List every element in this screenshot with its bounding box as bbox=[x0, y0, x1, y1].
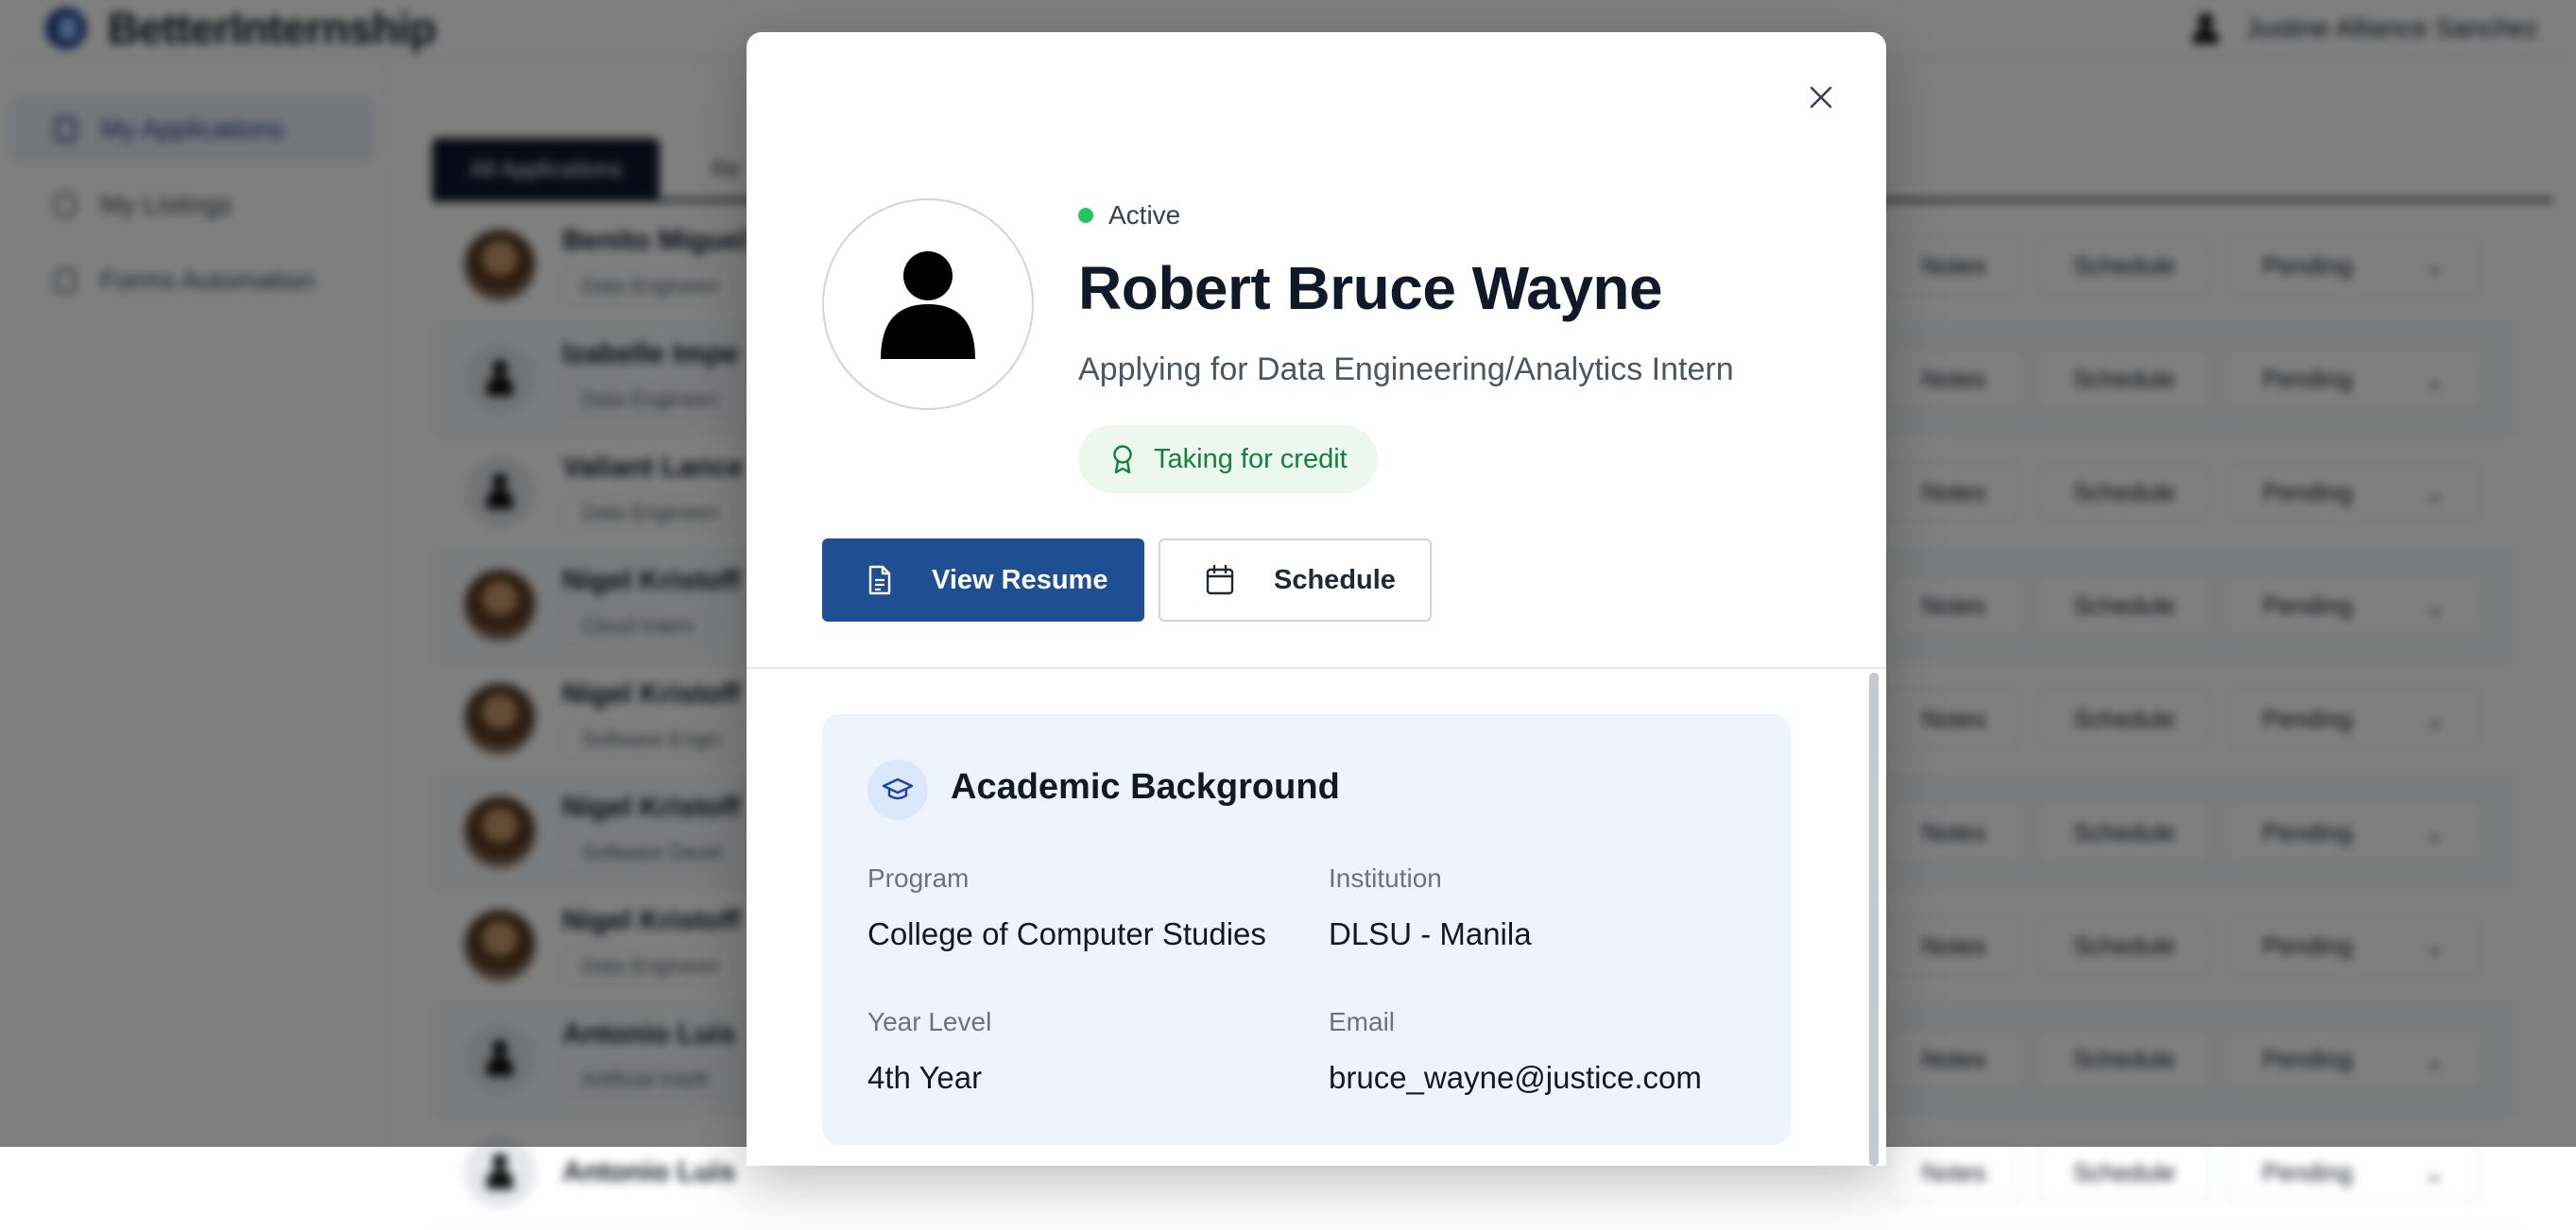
email-value: bruce_wayne@justice.com bbox=[1329, 1060, 1702, 1096]
award-icon bbox=[1110, 444, 1135, 474]
email-label: Email bbox=[1329, 1007, 1395, 1037]
close-icon bbox=[1809, 85, 1833, 110]
user-icon bbox=[876, 249, 980, 359]
institution-label: Institution bbox=[1329, 863, 1442, 894]
row-actions: NotesSchedulePending bbox=[1886, 1142, 2519, 1203]
notes-button[interactable]: Notes bbox=[1886, 1142, 2022, 1203]
applicant-avatar bbox=[822, 198, 1034, 410]
status-select[interactable]: Pending bbox=[2226, 1142, 2482, 1203]
schedule-label: Schedule bbox=[1274, 565, 1396, 596]
applying-for: Applying for Data Engineering/Analytics … bbox=[1078, 351, 1734, 388]
status-text: Active bbox=[1108, 200, 1180, 231]
program-label: Program bbox=[867, 863, 969, 894]
status-indicator: Active bbox=[1078, 200, 1180, 231]
program-value: College of Computer Studies bbox=[867, 916, 1266, 952]
schedule-button[interactable]: Schedule bbox=[1159, 538, 1432, 622]
modal-scrollbar[interactable] bbox=[1869, 673, 1879, 1166]
calendar-icon bbox=[1206, 565, 1234, 595]
view-resume-label: View Resume bbox=[932, 565, 1108, 596]
row-info: Antonio Luis bbox=[562, 1156, 735, 1188]
row-schedule-button[interactable]: Schedule bbox=[2037, 1142, 2211, 1203]
view-resume-button[interactable]: View Resume bbox=[822, 538, 1144, 622]
modal-divider bbox=[747, 667, 1886, 669]
close-button[interactable] bbox=[1797, 74, 1845, 121]
credit-badge: Taking for credit bbox=[1078, 425, 1378, 493]
year-level-value: 4th Year bbox=[867, 1060, 982, 1096]
document-icon bbox=[867, 565, 892, 595]
avatar bbox=[464, 1136, 536, 1208]
status-dot bbox=[1078, 208, 1093, 223]
academic-background-title: Academic Background bbox=[951, 767, 1340, 808]
applicant-modal: Active Robert Bruce Wayne Applying for D… bbox=[747, 32, 1886, 1166]
year-level-label: Year Level bbox=[867, 1007, 991, 1037]
institution-value: DLSU - Manila bbox=[1329, 916, 1532, 952]
scrollbar-thumb[interactable] bbox=[1869, 673, 1879, 1166]
applicant-name: Antonio Luis bbox=[562, 1156, 735, 1188]
applicant-name: Robert Bruce Wayne bbox=[1078, 253, 1662, 323]
graduation-cap-icon bbox=[867, 760, 928, 820]
academic-background-card: Academic Background Program College of C… bbox=[822, 714, 1791, 1145]
credit-badge-label: Taking for credit bbox=[1154, 444, 1348, 475]
